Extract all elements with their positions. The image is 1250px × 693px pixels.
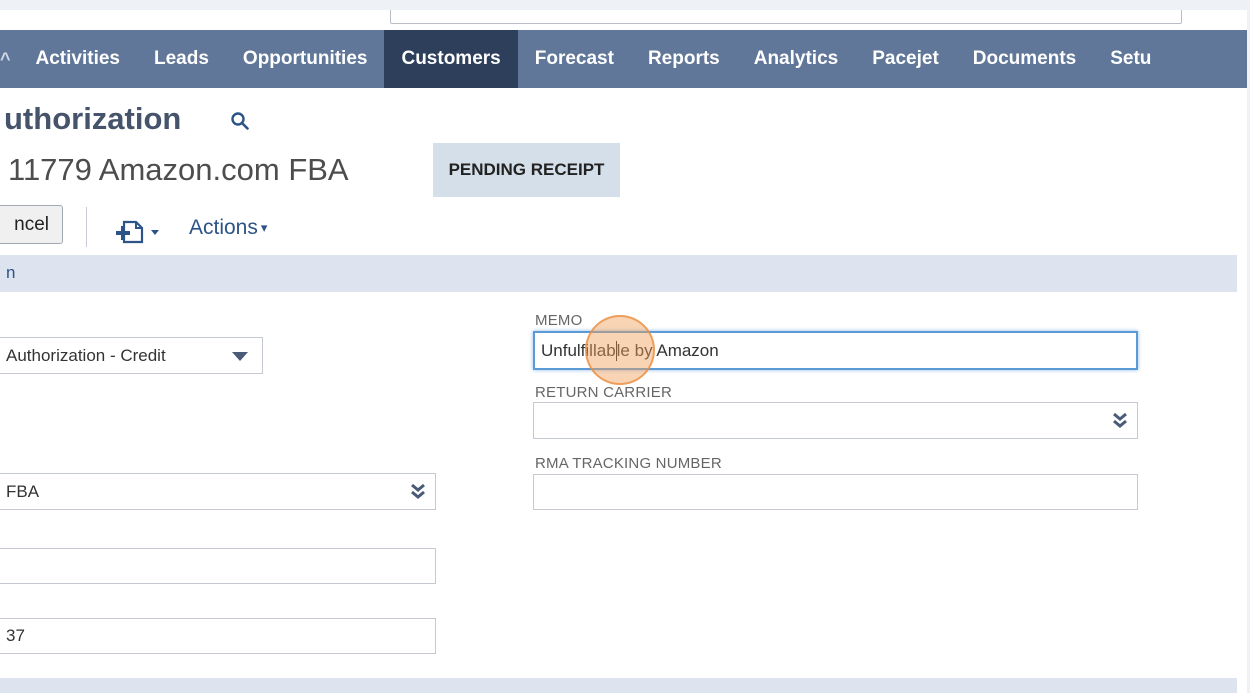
nav-item-setup[interactable]: Setu xyxy=(1093,30,1168,88)
nav-item-forecast[interactable]: Forecast xyxy=(518,30,631,88)
customer-value: FBA xyxy=(6,481,40,501)
nav-item-documents[interactable]: Documents xyxy=(956,30,1093,88)
double-chevron-down-icon xyxy=(411,483,425,499)
search-icon[interactable] xyxy=(230,111,250,131)
nav-item-activities[interactable]: Activities xyxy=(19,30,137,88)
record-name: 11779 Amazon.com FBA xyxy=(8,152,349,187)
return-carrier-label: RETURN CARRIER xyxy=(535,384,672,401)
nav-item-opportunities[interactable]: Opportunities xyxy=(226,30,385,88)
section-header-primary-information[interactable]: n xyxy=(0,255,1237,292)
nav-item-pacejet[interactable]: Pacejet xyxy=(855,30,956,88)
return-carrier-select[interactable] xyxy=(533,402,1138,439)
memo-value-end: le by Amazon xyxy=(616,340,719,360)
double-chevron-down-icon xyxy=(1113,412,1127,428)
global-search-input[interactable] xyxy=(390,10,1182,24)
memo-input[interactable]: Unfulfillab le by Amazon xyxy=(533,331,1138,370)
text-field-37[interactable]: 37 xyxy=(0,618,436,654)
nav-scroll-left-icon[interactable]: ^ xyxy=(0,30,19,88)
text-field-37-value: 37 xyxy=(6,626,25,645)
nav-item-leads[interactable]: Leads xyxy=(137,30,226,88)
caret-down-icon: ▾ xyxy=(260,220,268,236)
custom-form-select[interactable]: Authorization - Credit xyxy=(0,337,263,374)
page-title: uthorization xyxy=(4,101,182,136)
transaction-page: ^ Activities Leads Opportunities Custome… xyxy=(0,10,1247,693)
section-header-bottom xyxy=(0,678,1237,693)
nav-item-analytics[interactable]: Analytics xyxy=(737,30,855,88)
toolbar-divider xyxy=(86,207,87,247)
custom-form-value: Authorization - Credit xyxy=(6,345,166,365)
actions-label: Actions xyxy=(189,216,258,239)
actions-menu[interactable]: Actions ▾ xyxy=(189,216,267,240)
status-badge: PENDING RECEIPT xyxy=(433,143,620,197)
nav-item-reports[interactable]: Reports xyxy=(631,30,737,88)
top-strip xyxy=(0,0,1250,10)
memo-value-start: Unfulfillab xyxy=(541,340,616,360)
customer-select[interactable]: FBA xyxy=(0,473,436,510)
chevron-down-icon xyxy=(232,352,248,361)
cancel-button[interactable]: ncel xyxy=(0,205,63,244)
rma-tracking-number-input[interactable] xyxy=(533,474,1138,510)
main-nav: ^ Activities Leads Opportunities Custome… xyxy=(0,30,1247,88)
text-field-empty[interactable] xyxy=(0,548,436,584)
new-document-icon[interactable] xyxy=(116,218,166,246)
memo-label: MEMO xyxy=(535,312,583,329)
rma-tracking-number-label: RMA TRACKING NUMBER xyxy=(535,455,722,472)
nav-item-customers[interactable]: Customers xyxy=(384,30,518,88)
